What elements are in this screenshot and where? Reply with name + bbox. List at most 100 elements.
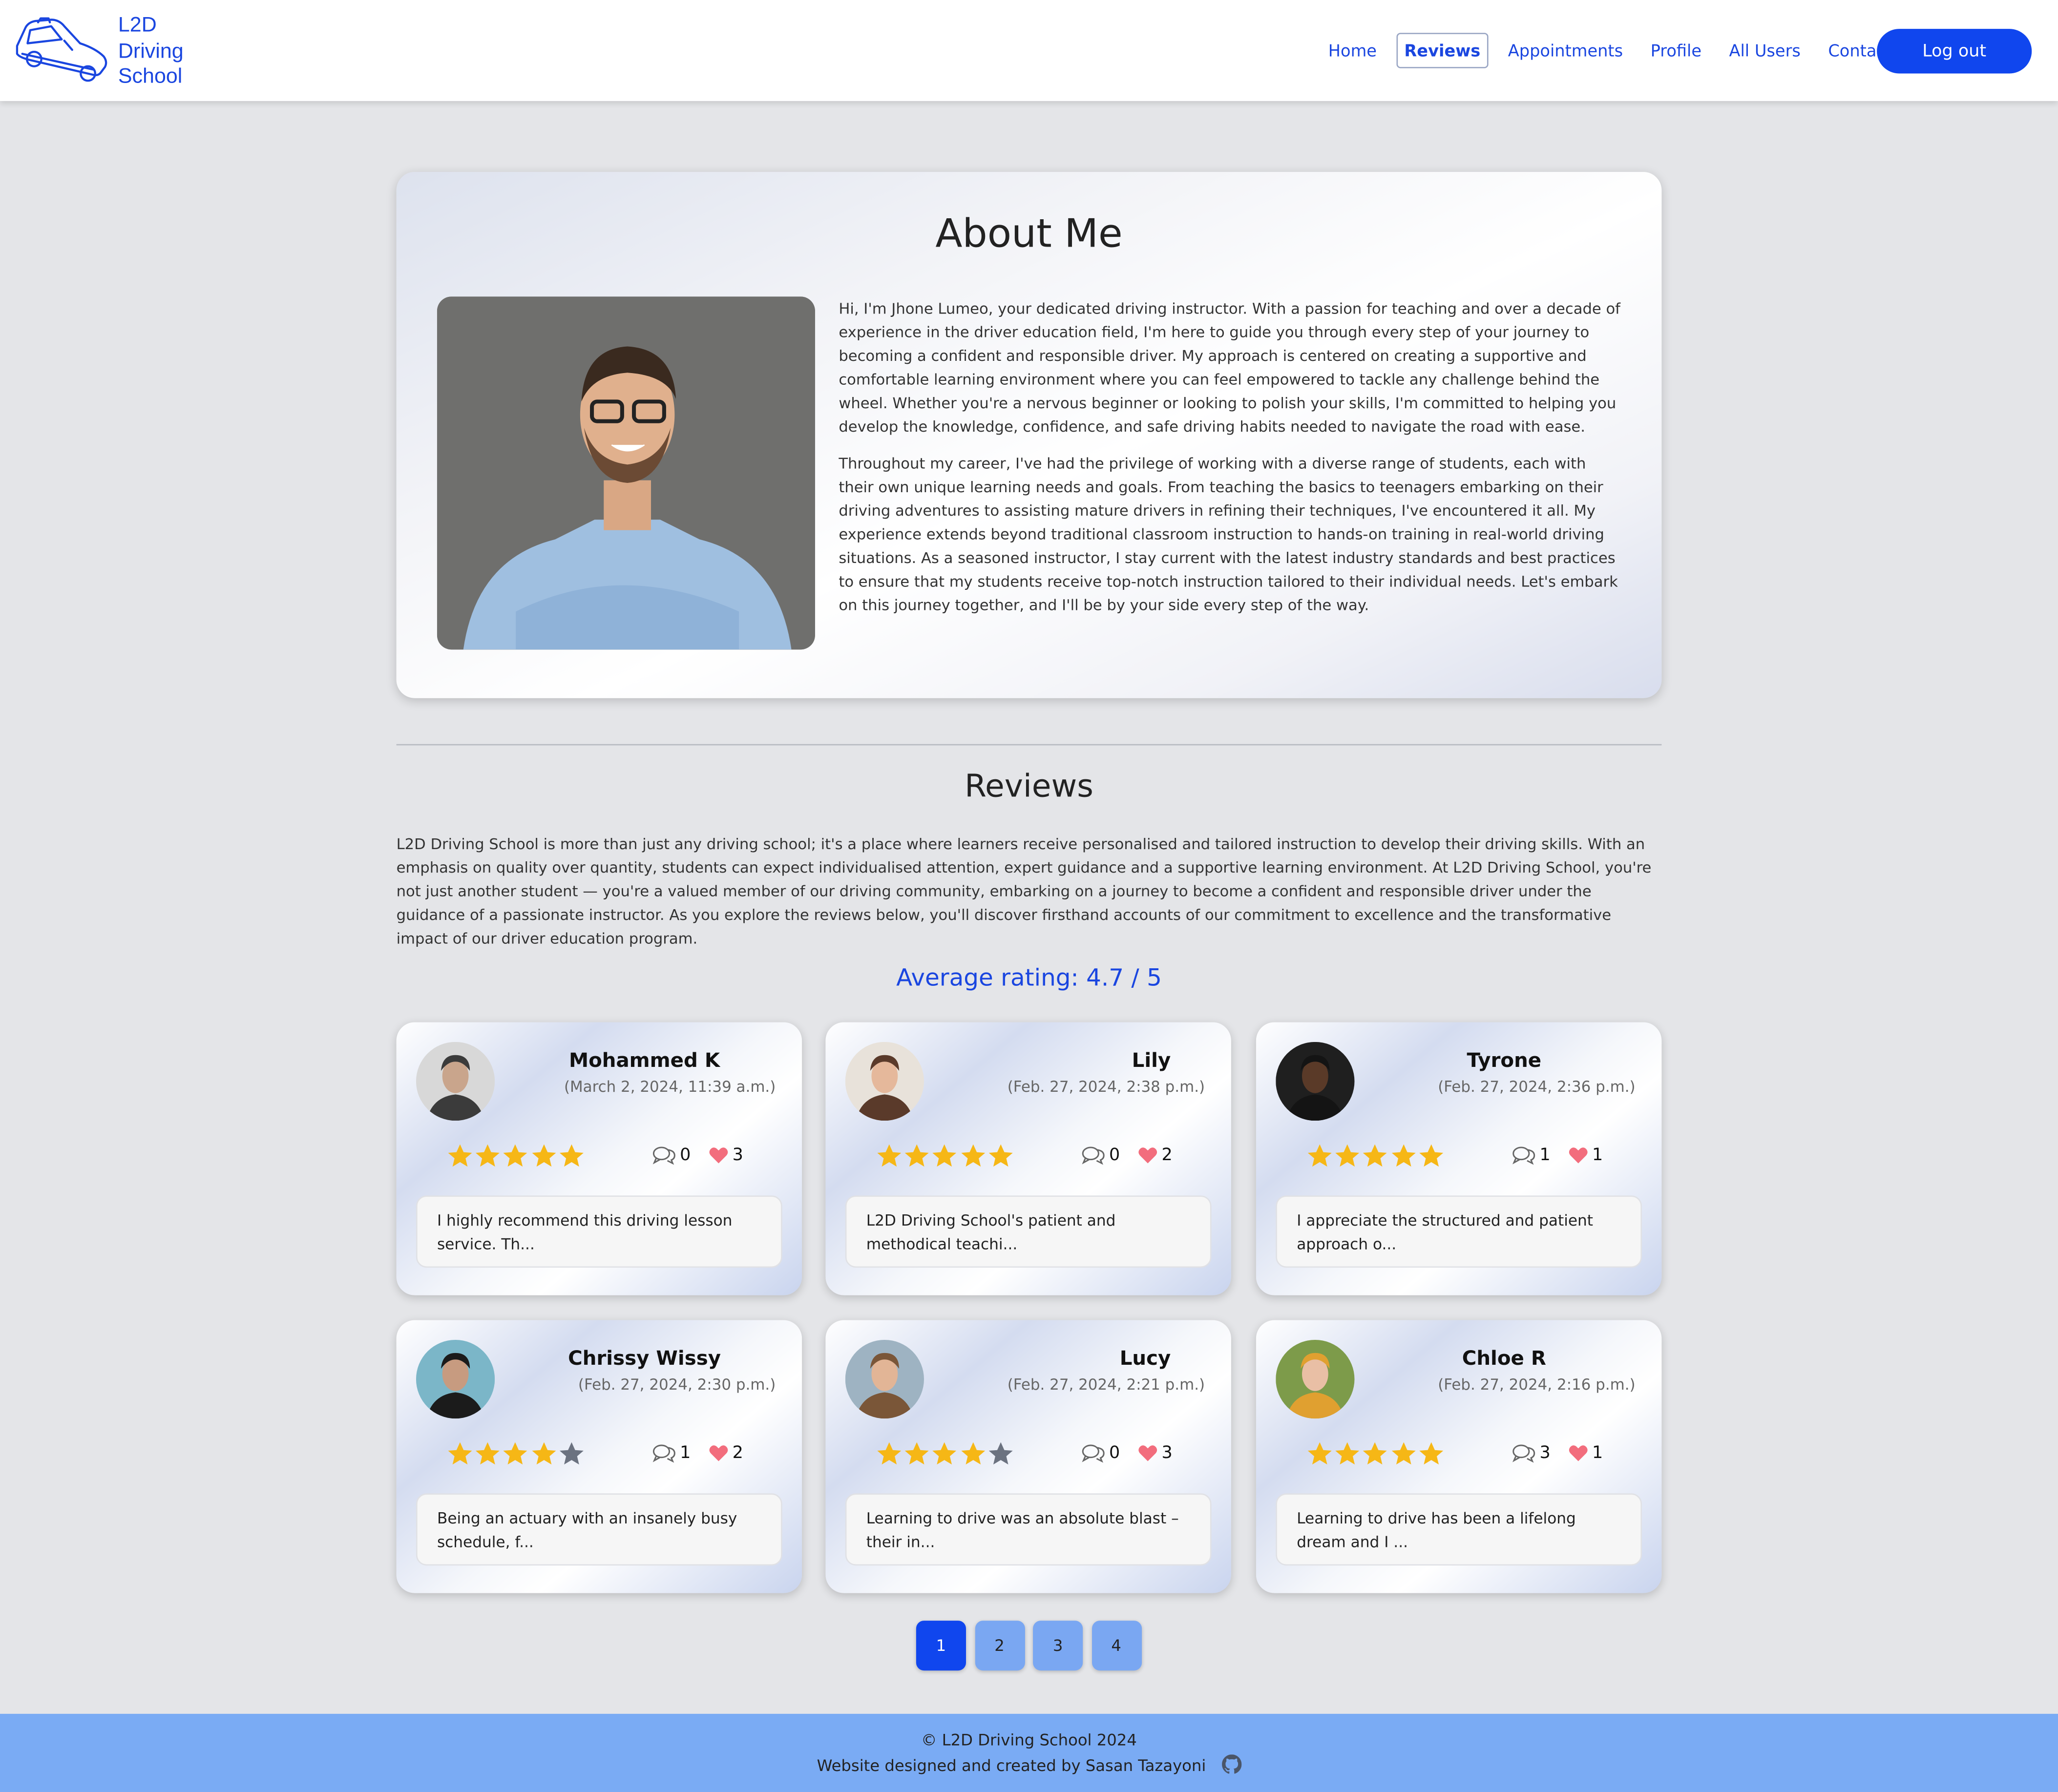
star-icon	[988, 1442, 1013, 1465]
star-icon	[559, 1144, 584, 1167]
comment-icon	[1512, 1444, 1535, 1463]
reviews-title: Reviews	[965, 768, 1093, 805]
like-count-value: 1	[1592, 1443, 1603, 1463]
review-card[interactable]: Mohammed K (March 2, 2024, 11:39 a.m.) 0 3 I…	[396, 1022, 802, 1295]
page-button-4[interactable]: 4	[1091, 1621, 1141, 1671]
comment-count-value: 1	[1539, 1146, 1551, 1166]
star-icon	[559, 1442, 584, 1465]
brand-line2: Driving	[118, 40, 184, 63]
star-icon	[448, 1442, 472, 1465]
review-card[interactable]: Lily (Feb. 27, 2024, 2:38 p.m.) 0 2 L2D Driv…	[825, 1022, 1231, 1295]
heart-icon	[1569, 1445, 1588, 1461]
page-button-3[interactable]: 3	[1033, 1621, 1083, 1671]
heart-icon	[709, 1147, 728, 1164]
review-date: (Feb. 27, 2024, 2:21 p.m.)	[1007, 1375, 1205, 1394]
star-icon	[531, 1144, 556, 1167]
heart-icon	[1138, 1147, 1157, 1164]
reviewer-avatar	[845, 1042, 924, 1121]
about-text: Hi, I'm Jhone Lumeo, your dedicated driv…	[839, 298, 1623, 618]
star-icon	[961, 1442, 985, 1465]
review-card[interactable]: Lucy (Feb. 27, 2024, 2:21 p.m.) 0 3 Learning…	[825, 1320, 1231, 1593]
footer-copyright: © L2D Driving School 2024	[921, 1730, 1137, 1750]
like-count[interactable]: 2	[709, 1443, 743, 1463]
comment-count[interactable]: 0	[1082, 1443, 1120, 1463]
comment-count-value: 1	[680, 1443, 691, 1463]
nav-home[interactable]: Home	[1321, 33, 1385, 68]
github-icon[interactable]	[1221, 1754, 1241, 1778]
comment-count[interactable]: 0	[652, 1146, 691, 1166]
nav-reviews[interactable]: Reviews	[1396, 33, 1489, 68]
instructor-photo	[437, 296, 815, 650]
nav-all-users[interactable]: All Users	[1721, 33, 1808, 68]
star-icon	[1363, 1442, 1387, 1465]
reviewer-avatar	[1276, 1339, 1355, 1419]
review-snippet[interactable]: Learning to drive has been a lifelong dr…	[1276, 1493, 1642, 1566]
star-icon	[961, 1144, 985, 1167]
star-icon	[905, 1144, 929, 1167]
like-count[interactable]: 3	[1138, 1443, 1173, 1463]
reviewer-name: Chloe R	[1462, 1346, 1547, 1370]
reviewer-avatar	[845, 1339, 924, 1419]
star-icon	[476, 1144, 500, 1167]
about-paragraph: Throughout my career, I've had the privi…	[839, 455, 1618, 614]
review-card[interactable]: Chrissy Wissy (Feb. 27, 2024, 2:30 p.m.) 1…	[396, 1320, 802, 1593]
comment-count[interactable]: 3	[1512, 1443, 1551, 1463]
section-divider	[396, 744, 1662, 746]
page-button-2[interactable]: 2	[974, 1621, 1025, 1671]
like-count-value: 3	[732, 1146, 743, 1166]
review-snippet[interactable]: I appreciate the structured and patient …	[1276, 1195, 1642, 1268]
average-rating: Average rating: 4.7 / 5	[896, 964, 1162, 992]
page-button-1[interactable]: 1	[916, 1621, 966, 1671]
star-icon	[1419, 1144, 1443, 1167]
review-card[interactable]: Tyrone (Feb. 27, 2024, 2:36 p.m.) 1 1 I appr…	[1256, 1022, 1662, 1295]
about-title: About Me	[935, 211, 1123, 257]
comment-count[interactable]: 1	[652, 1443, 691, 1463]
star-icon	[531, 1442, 556, 1465]
star-icon	[1391, 1144, 1415, 1167]
footer-credit-line: Website designed and created by Sasan Ta…	[0, 1754, 2058, 1778]
reviewer-avatar	[416, 1042, 495, 1121]
comment-count[interactable]: 1	[1512, 1146, 1551, 1166]
comment-icon	[1082, 1444, 1105, 1463]
star-rating	[1306, 1441, 1445, 1467]
comment-count-value: 3	[1539, 1443, 1551, 1463]
star-icon	[1335, 1144, 1360, 1167]
star-rating	[446, 1143, 586, 1169]
review-date: (Feb. 27, 2024, 2:36 p.m.)	[1438, 1077, 1636, 1096]
reviewer-avatar	[416, 1339, 495, 1419]
review-card[interactable]: Chloe R (Feb. 27, 2024, 2:16 p.m.) 3 1 Learn…	[1256, 1320, 1662, 1593]
star-icon	[1419, 1442, 1443, 1465]
review-snippet[interactable]: Learning to drive was an absolute blast …	[845, 1493, 1212, 1566]
car-icon	[16, 18, 107, 83]
comment-count[interactable]: 0	[1082, 1146, 1120, 1166]
like-count[interactable]: 2	[1138, 1146, 1173, 1166]
star-rating	[876, 1441, 1015, 1467]
like-count[interactable]: 3	[709, 1146, 743, 1166]
review-date: (Feb. 27, 2024, 2:30 p.m.)	[578, 1375, 776, 1394]
nav-profile[interactable]: Profile	[1642, 33, 1709, 68]
comment-count-value: 0	[1109, 1443, 1120, 1463]
star-icon	[1307, 1442, 1332, 1465]
star-icon	[1335, 1442, 1360, 1465]
review-snippet[interactable]: Being an actuary with an insanely busy s…	[416, 1493, 782, 1566]
brand-logo[interactable]: L2D Driving School	[12, 13, 184, 90]
review-snippet[interactable]: I highly recommend this driving lesson s…	[416, 1195, 782, 1268]
star-rating	[446, 1441, 586, 1467]
reviewer-name: Lily	[1132, 1048, 1171, 1072]
nav-appointments[interactable]: Appointments	[1500, 33, 1631, 68]
star-icon	[1363, 1144, 1387, 1167]
like-count[interactable]: 1	[1569, 1146, 1603, 1166]
star-icon	[877, 1442, 902, 1465]
reviewer-name: Tyrone	[1467, 1048, 1542, 1072]
nav-links: Home Reviews Appointments Profile All Us…	[1321, 33, 1912, 68]
reviewer-name: Mohammed K	[568, 1048, 720, 1072]
like-count-value: 1	[1592, 1146, 1603, 1166]
star-icon	[1307, 1144, 1332, 1167]
brand-line1: L2D	[118, 14, 157, 37]
comment-count-value: 0	[680, 1146, 691, 1166]
logout-button[interactable]: Log out	[1877, 29, 2032, 74]
review-snippet[interactable]: L2D Driving School's patient and methodi…	[845, 1195, 1212, 1268]
pagination: 1 2 3 4	[916, 1621, 1150, 1671]
like-count[interactable]: 1	[1569, 1443, 1603, 1463]
comment-icon	[1512, 1146, 1535, 1165]
